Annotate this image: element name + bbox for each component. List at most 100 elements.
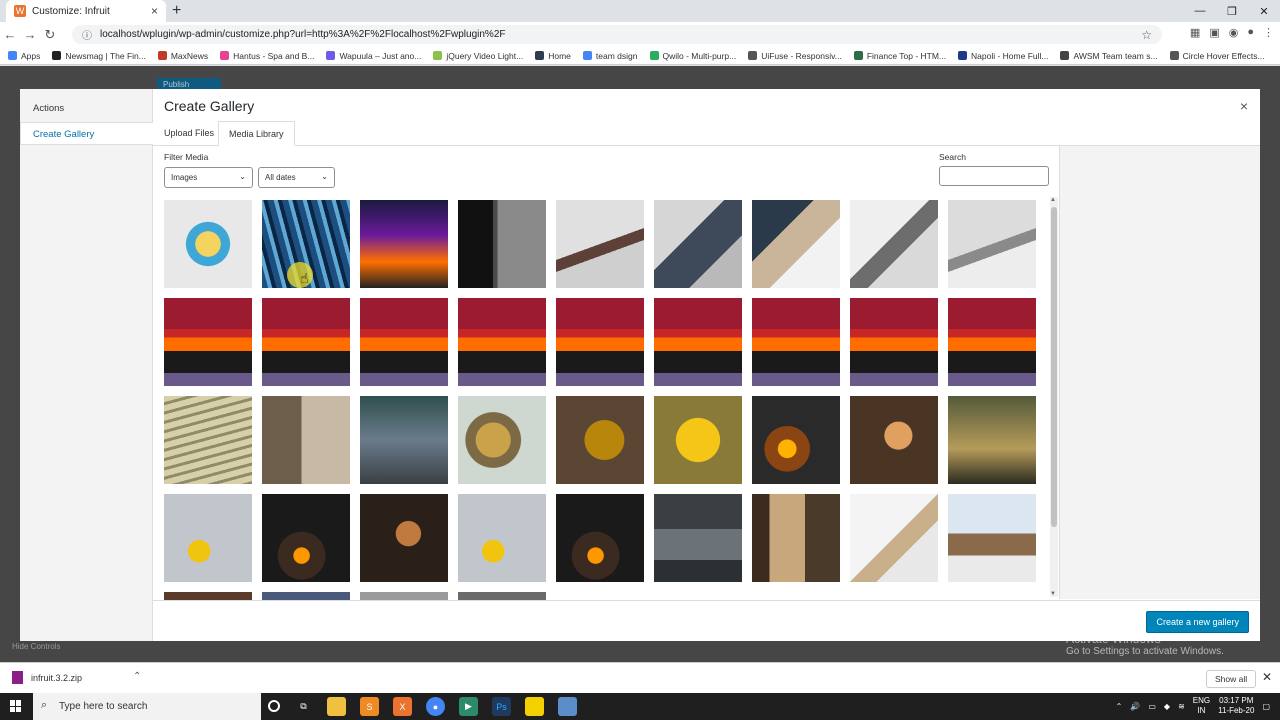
attachment-thumbnail[interactable] <box>948 200 1036 288</box>
xampp-icon[interactable]: X <box>393 697 412 716</box>
attachment-thumbnail[interactable] <box>458 200 546 288</box>
attachment-thumbnail[interactable] <box>850 200 938 288</box>
app-tray-icon[interactable]: ◆ <box>1164 702 1170 711</box>
extension-icon[interactable]: ▦ <box>1190 26 1200 39</box>
attachment-thumbnail[interactable] <box>948 396 1036 484</box>
attachment-thumbnail[interactable] <box>458 494 546 582</box>
chrome-icon[interactable]: ● <box>426 697 445 716</box>
scroll-down-icon[interactable]: ▼ <box>1050 591 1056 597</box>
attachment-thumbnail[interactable] <box>360 592 448 600</box>
attachment-thumbnail[interactable] <box>458 396 546 484</box>
attachment-thumbnail[interactable] <box>164 494 252 582</box>
bookmark-item[interactable]: Hantus - Spa and B... <box>220 51 314 61</box>
bookmark-item[interactable]: Home <box>535 51 571 61</box>
attachment-thumbnail[interactable] <box>164 592 252 600</box>
bookmark-item[interactable]: Newsmag | The Fin... <box>52 51 146 61</box>
forward-icon[interactable]: → <box>20 27 40 42</box>
attachment-thumbnail[interactable] <box>948 298 1036 386</box>
attachment-thumbnail[interactable] <box>850 298 938 386</box>
network-icon[interactable]: ▭ <box>1148 702 1156 711</box>
browser-tab[interactable]: W Customize: Infruit × <box>6 0 166 22</box>
attachment-thumbnail[interactable] <box>654 298 742 386</box>
attachment-thumbnail[interactable] <box>654 396 742 484</box>
attachment-thumbnail[interactable] <box>360 396 448 484</box>
create-gallery-button[interactable]: Create a new gallery <box>1146 611 1249 633</box>
attachment-thumbnail[interactable] <box>360 200 448 288</box>
attachment-thumbnail[interactable] <box>654 494 742 582</box>
app-icon[interactable]: ▶ <box>459 697 478 716</box>
bookmark-item[interactable]: Wapuula – Just ano... <box>326 51 421 61</box>
attachment-thumbnail[interactable] <box>556 200 644 288</box>
close-icon[interactable]: ✕ <box>1262 670 1272 684</box>
attachment-thumbnail[interactable] <box>164 200 252 288</box>
search-input[interactable] <box>939 166 1049 186</box>
attachment-thumbnail[interactable] <box>262 494 350 582</box>
tray-chevron-icon[interactable]: ⌃ <box>1116 702 1123 711</box>
restore-icon[interactable]: ❐ <box>1216 0 1248 22</box>
attachment-thumbnail[interactable] <box>164 298 252 386</box>
attachment-thumbnail[interactable] <box>850 494 938 582</box>
attachment-thumbnail[interactable] <box>262 592 350 600</box>
scroll-thumb[interactable] <box>1051 207 1057 527</box>
bookmark-item[interactable]: Circle Hover Effects... <box>1169 51 1265 61</box>
info-icon[interactable]: ⓘ <box>82 27 92 42</box>
sublime-icon[interactable]: S <box>360 697 379 716</box>
attachment-thumbnail[interactable] <box>752 200 840 288</box>
file-explorer-icon[interactable] <box>327 697 346 716</box>
attachment-thumbnail[interactable] <box>556 298 644 386</box>
windows-start-icon[interactable] <box>10 700 22 712</box>
back-icon[interactable]: ← <box>0 27 20 42</box>
extension-icon[interactable]: ▣ <box>1209 26 1219 39</box>
close-tab-icon[interactable]: × <box>151 4 158 18</box>
attachment-thumbnail[interactable] <box>752 298 840 386</box>
new-tab-button[interactable]: + <box>172 2 181 20</box>
attachment-thumbnail[interactable] <box>360 494 448 582</box>
attachment-thumbnail[interactable] <box>654 200 742 288</box>
camera-icon[interactable]: ◉ <box>1229 26 1239 39</box>
download-item[interactable]: infruit.3.2.zip <box>12 671 82 684</box>
attachment-thumbnail[interactable] <box>752 396 840 484</box>
attachment-thumbnail[interactable] <box>262 396 350 484</box>
filter-type-select[interactable]: Images ⌄ <box>164 167 253 188</box>
filter-date-select[interactable]: All dates ⌄ <box>258 167 335 188</box>
show-all-button[interactable]: Show all <box>1206 670 1257 688</box>
chevron-up-icon[interactable]: ⌃ <box>133 671 141 682</box>
grid-scrollbar[interactable]: ▲ ▼ <box>1050 197 1058 597</box>
attachment-thumbnail[interactable] <box>458 298 546 386</box>
bookmark-item[interactable]: AWSM Team team s... <box>1060 51 1158 61</box>
menu-item-create-gallery[interactable]: Create Gallery <box>20 122 153 145</box>
attachment-thumbnail[interactable] <box>262 298 350 386</box>
photoshop-icon[interactable]: Ps <box>492 697 511 716</box>
cortana-icon[interactable] <box>268 700 280 712</box>
scroll-up-icon[interactable]: ▲ <box>1050 197 1056 203</box>
omnibox[interactable]: ⓘ localhost/wplugin/wp-admin/customize.p… <box>72 25 1162 44</box>
bookmark-item[interactable]: jQuery Video Light... <box>433 51 523 61</box>
wifi-icon[interactable]: ≋ <box>1178 702 1185 711</box>
sticky-notes-icon[interactable] <box>525 697 544 716</box>
bookmark-item[interactable]: Finance Top - HTM... <box>853 51 946 61</box>
bookmark-item[interactable]: Apps <box>8 51 40 61</box>
close-window-icon[interactable]: ✕ <box>1248 0 1280 22</box>
attachment-thumbnail[interactable] <box>948 494 1036 582</box>
app-icon[interactable] <box>558 697 577 716</box>
minimize-icon[interactable]: — <box>1184 0 1216 22</box>
tab-media-library[interactable]: Media Library <box>218 121 295 146</box>
language-indicator[interactable]: ENG IN <box>1193 696 1210 716</box>
bookmark-item[interactable]: UiFuse - Responsiv... <box>748 51 842 61</box>
attachment-thumbnail[interactable] <box>458 592 546 600</box>
bookmark-star-icon[interactable]: ☆ <box>1141 28 1152 42</box>
volume-icon[interactable]: 🔊 <box>1130 702 1140 711</box>
attachment-thumbnail[interactable] <box>360 298 448 386</box>
menu-icon[interactable]: ⋮ <box>1263 26 1274 39</box>
task-view-icon[interactable]: ⧉ <box>294 697 313 716</box>
bookmark-item[interactable]: team dsign <box>582 51 638 61</box>
attachment-thumbnail[interactable] <box>752 494 840 582</box>
notification-icon[interactable]: ▢ <box>1262 702 1270 711</box>
bookmark-item[interactable]: Qwilo - Multi-purp... <box>649 51 736 61</box>
close-icon[interactable]: × <box>1240 98 1248 114</box>
bookmark-item[interactable]: MaxNews <box>157 51 208 61</box>
clock[interactable]: 03:17 PM 11-Feb-20 <box>1218 696 1254 716</box>
tab-upload-files[interactable]: Upload Files <box>154 121 224 146</box>
attachment-thumbnail[interactable] <box>556 494 644 582</box>
bookmark-item[interactable]: Napoli - Home Full... <box>958 51 1048 61</box>
